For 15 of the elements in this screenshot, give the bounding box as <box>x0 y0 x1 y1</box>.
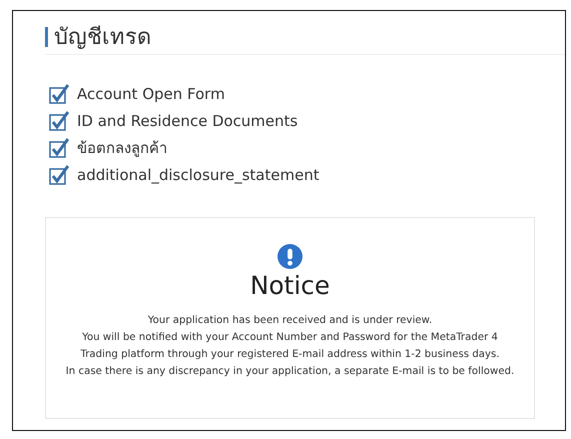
notice-heading: Notice <box>250 271 330 300</box>
checked-checkbox[interactable] <box>49 138 69 158</box>
exclamation-icon <box>277 244 303 269</box>
page-title: บัญชีเทรด <box>54 24 151 52</box>
document-label: ID and Residence Documents <box>77 112 298 130</box>
notice-text: Your application has been received and is under review. <box>148 314 432 328</box>
document-label: additional_disclosure_statement <box>77 166 320 184</box>
checked-checkbox[interactable] <box>49 164 69 184</box>
checked-checkbox[interactable] <box>49 84 69 104</box>
document-label: Account Open Form <box>77 84 225 102</box>
document-label: ข้อตกลงลูกค้า <box>77 138 167 159</box>
notice-text: In case there is any discrepancy in your application, a separate E-mail is to be followed. <box>66 365 514 379</box>
accent-bar <box>45 26 48 46</box>
notice-text: You will be notified with your Account Number and Password for the MetaTrader 4 Trading platform through your registered E-mail address within 1-2 business days. <box>80 331 500 362</box>
checked-checkbox[interactable] <box>49 110 69 130</box>
